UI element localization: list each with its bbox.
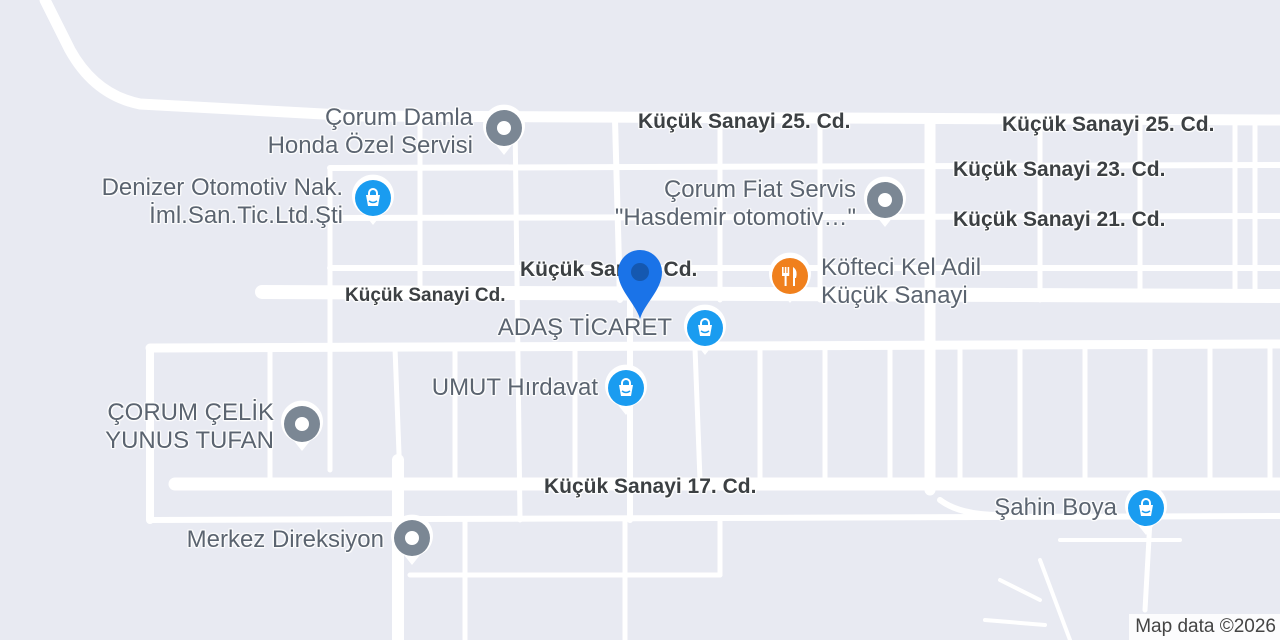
place-pin-service[interactable] [388, 512, 436, 568]
place-label[interactable]: Şahin Boya [960, 494, 1117, 522]
place-name-line: Denizer Otomotiv Nak. [101, 174, 343, 201]
place-name-line: Köfteci Kel Adil [821, 254, 982, 281]
marker-dot-icon [631, 263, 649, 281]
place-name-line: "Hasdemir otomotiv…" [614, 204, 856, 231]
road-label: Küçük Sanayi 25. Cd. [1002, 113, 1215, 136]
place-name-line: Çorum Damla [324, 104, 473, 131]
road [1038, 558, 1072, 640]
place-label[interactable]: UMUT Hırdavat [395, 374, 598, 402]
place-label[interactable]: Köfteci Kel Adil Küçük Sanayi [821, 254, 1061, 310]
map-attribution: Map data ©2026 [1129, 614, 1280, 640]
circle-icon [405, 531, 419, 545]
place-name-line: İml.San.Tic.Ltd.Şti [149, 202, 343, 229]
road-label: Küçük Sanayi 17. Cd. [544, 475, 757, 498]
place-pin-restaurant[interactable] [766, 250, 814, 306]
place-name-line: Merkez Direksiyon [186, 526, 384, 553]
place-pin-service[interactable] [480, 102, 528, 158]
place-label[interactable]: ÇORUM ÇELİK YUNUS TUFAN [60, 399, 274, 455]
road-label: Küçük Sanayi Cd. [520, 258, 698, 281]
road [983, 618, 1047, 627]
place-pin-shopping[interactable] [602, 362, 650, 418]
road-label: Küçük Sanayi 21. Cd. [953, 208, 1166, 231]
circle-icon [878, 193, 892, 207]
place-name-line: Küçük Sanayi [821, 282, 968, 309]
road [998, 578, 1042, 602]
road-label: Küçük Sanayi 25. Cd. [638, 110, 851, 133]
location-marker[interactable] [614, 246, 666, 322]
place-label[interactable]: Denizer Otomotiv Nak. İml.San.Tic.Ltd.Şt… [40, 174, 343, 230]
place-name-line: Honda Özel Servisi [267, 132, 473, 159]
place-pin-shopping[interactable] [1122, 482, 1170, 538]
place-pin-service[interactable] [278, 398, 326, 454]
place-label[interactable]: Çorum Fiat Servis "Hasdemir otomotiv…" [560, 176, 856, 232]
place-name-line: Şahin Boya [994, 494, 1117, 521]
map-canvas[interactable]: Küçük Sanayi 25. Cd. Küçük Sanayi 25. Cd… [0, 0, 1280, 640]
place-name-line: UMUT Hırdavat [431, 374, 598, 401]
place-label[interactable]: Merkez Direksiyon [140, 526, 384, 554]
place-name-line: Çorum Fiat Servis [663, 176, 856, 203]
road-label: Küçük Sanayi 23. Cd. [953, 158, 1166, 181]
place-label[interactable]: Çorum Damla Honda Özel Servisi [220, 104, 473, 160]
road [39, 0, 1280, 126]
place-pin-shopping[interactable] [681, 302, 729, 358]
road-label: Küçük Sanayi Cd. [345, 285, 506, 306]
circle-icon [295, 417, 309, 431]
place-pin-shopping[interactable] [349, 172, 397, 228]
circle-icon [497, 121, 511, 135]
place-name-line: ÇORUM ÇELİK [107, 399, 274, 426]
place-pin-service[interactable] [861, 174, 909, 230]
place-name-line: YUNUS TUFAN [105, 427, 274, 454]
road [692, 345, 703, 483]
